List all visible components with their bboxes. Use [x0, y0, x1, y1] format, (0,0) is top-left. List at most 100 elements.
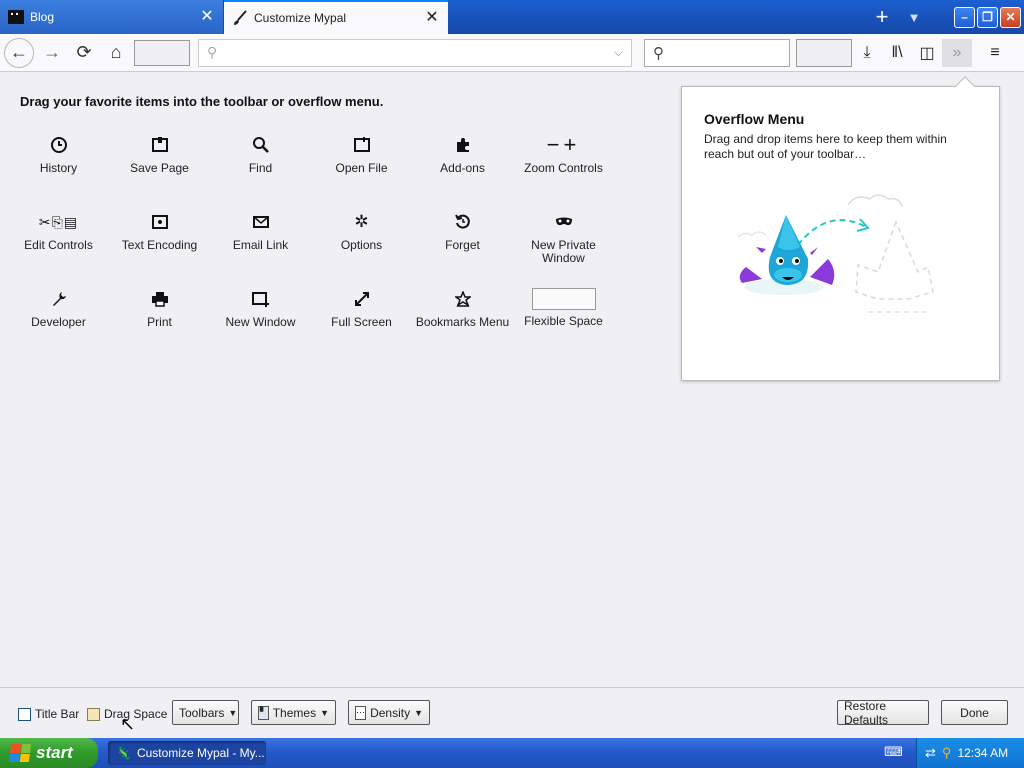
email-link-icon [252, 211, 269, 233]
start-button[interactable]: start [0, 738, 98, 768]
forget-icon [454, 211, 472, 233]
palette-item-zoom-controls[interactable]: −+ Zoom Controls [513, 132, 614, 211]
palette-item-full-screen[interactable]: Full Screen [311, 288, 412, 365]
find-icon [252, 134, 270, 156]
toolbars-button[interactable]: Toolbars ▼ [172, 700, 239, 725]
chevron-down-icon[interactable]: ▼ [898, 0, 930, 34]
search-icon: ⚲ [653, 44, 664, 62]
windows-taskbar: start 🦎 Customize Mypal - My... ⌨ ⇄ ⚲ 12… [0, 738, 1024, 768]
library-icon[interactable]: ‖\ [882, 39, 912, 67]
edit-controls-icon: ✂⎘▤ [38, 213, 79, 230]
palette-item-label: Flexible Space [524, 314, 603, 328]
network-icon[interactable]: ⇄ [925, 745, 936, 761]
gear-icon: ✲ [354, 212, 369, 231]
palette-item-label: Forget [445, 238, 480, 252]
history-icon [50, 134, 68, 156]
search-bar[interactable]: ⚲ [644, 38, 790, 67]
url-bar[interactable]: ⚲ ⌵ [198, 38, 632, 67]
palette-item-label: Find [248, 161, 273, 175]
mouse-cursor-icon: ↖ [120, 714, 136, 734]
title-bar-checkbox[interactable]: Title Bar [18, 707, 79, 721]
palette-item-label: Zoom Controls [524, 161, 603, 175]
palette-item-forget[interactable]: Forget [412, 211, 513, 288]
palette-item-print[interactable]: Print [109, 288, 210, 365]
palette-item-new-window[interactable]: New Window [210, 288, 311, 365]
density-button[interactable]: ⋯ Density ▼ [348, 700, 430, 725]
palette-item-label: Bookmarks Menu [415, 315, 510, 329]
title-bar-label: Title Bar [35, 707, 80, 721]
close-window-button[interactable]: ✕ [1000, 6, 1021, 28]
tab-strip: Blog ✕ Customize Mypal ✕ + ▼ – ❐ ✕ [0, 0, 1024, 34]
clock: 12:34 AM [957, 746, 1009, 760]
chevron-down-icon: ▼ [320, 707, 329, 718]
brush-icon [232, 10, 248, 26]
taskbar-item-mypal[interactable]: 🦎 Customize Mypal - My... [108, 741, 266, 765]
palette-item-email-link[interactable]: Email Link [210, 211, 311, 288]
sidebar-icon[interactable]: ◫ [912, 39, 942, 67]
checkbox-box[interactable] [87, 707, 100, 721]
restore-defaults-button[interactable]: Restore Defaults [837, 699, 929, 727]
wrench-icon [51, 288, 67, 310]
overflow-menu-title: Overflow Menu [704, 111, 805, 127]
search-icon: ⚲ [207, 44, 218, 60]
home-icon[interactable]: ⌂ [102, 39, 130, 67]
system-tray: ⇄ ⚲ 12:34 AM [916, 738, 1024, 768]
palette-item-private-window[interactable]: New Private Window [513, 211, 614, 288]
drag-space-label: Drag Space [104, 707, 168, 721]
new-tab-icon[interactable]: + [866, 0, 898, 34]
palette-item-edit-controls[interactable]: ✂⎘▤ Edit Controls [8, 211, 109, 288]
blog-favicon-icon [8, 9, 24, 25]
tab-title: Blog [30, 10, 55, 24]
full-screen-icon [354, 288, 370, 310]
overflow-illustration [737, 194, 934, 313]
palette-item-history[interactable]: History [8, 134, 109, 211]
close-tab-icon[interactable]: ✕ [199, 9, 215, 25]
checkbox-box[interactable] [18, 707, 31, 721]
done-button[interactable]: Done [941, 700, 1008, 725]
back-arrow-icon[interactable]: ← [4, 37, 34, 68]
overflow-menu-description: Drag and drop items here to keep them wi… [704, 132, 947, 161]
toolbar-spring-placeholder[interactable] [796, 38, 852, 67]
tab-blog[interactable]: Blog ✕ [0, 0, 224, 34]
palette-item-flexible-space[interactable]: Flexible Space [513, 288, 614, 365]
palette-item-save-page[interactable]: Save Page [109, 134, 210, 211]
toolbar-spring-placeholder[interactable] [134, 39, 190, 66]
palette-grid: History Save Page Find Open File Add-ons [8, 132, 618, 365]
palette-item-developer[interactable]: Developer [8, 288, 109, 365]
palette-item-bookmarks-menu[interactable]: Bookmarks Menu [412, 288, 513, 365]
new-window-icon [251, 288, 270, 310]
palette-item-options[interactable]: ✲ Options [311, 211, 412, 288]
palette-item-text-encoding[interactable]: Text Encoding [109, 211, 210, 288]
save-page-icon [151, 134, 169, 156]
palette-item-label: Print [147, 315, 172, 329]
palette-item-find[interactable]: Find [210, 134, 311, 211]
toolbars-label: Toolbars [179, 705, 225, 720]
minimize-button[interactable]: – [954, 6, 975, 28]
restore-button[interactable]: ❐ [977, 6, 998, 28]
density-label: Density [370, 705, 411, 720]
palette-item-label: Full Screen [331, 315, 392, 329]
reload-icon[interactable]: ⟳ [70, 39, 98, 67]
chevron-down-icon[interactable]: ⌵ [614, 45, 623, 60]
hamburger-menu-icon[interactable]: ≡ [980, 39, 1010, 67]
tab-customize[interactable]: Customize Mypal ✕ [224, 0, 448, 34]
overflow-chevron-icon[interactable]: » [942, 38, 972, 67]
tab-title: Customize Mypal [254, 11, 347, 25]
nav-toolbar: ← → ⟳ ⌂ ⚲ ⌵ ⚲ ⤓ ‖\ ◫ » ≡ [0, 34, 1024, 72]
palette-item-addons[interactable]: Add-ons [412, 134, 513, 211]
print-icon [151, 288, 169, 310]
palette-item-label: Email Link [232, 238, 289, 252]
flexible-space-box [531, 288, 596, 310]
forward-arrow-icon[interactable]: → [38, 39, 66, 67]
themes-button[interactable]: ▘ Themes ▼ [251, 700, 336, 725]
download-icon[interactable]: ⤓ [852, 39, 882, 67]
palette-item-open-file[interactable]: Open File [311, 134, 412, 211]
palette-item-label: History [39, 161, 78, 175]
windows-logo-icon [8, 744, 32, 762]
keyboard-icon[interactable]: ⌨ [884, 744, 903, 760]
overflow-menu-panel[interactable]: Overflow Menu Drag and drop items here t… [681, 76, 1000, 381]
close-tab-icon[interactable]: ✕ [424, 10, 440, 26]
palette-item-label: Edit Controls [24, 238, 93, 252]
mypal-app-icon: 🦎 [116, 746, 131, 760]
search-tray-icon[interactable]: ⚲ [942, 745, 952, 761]
